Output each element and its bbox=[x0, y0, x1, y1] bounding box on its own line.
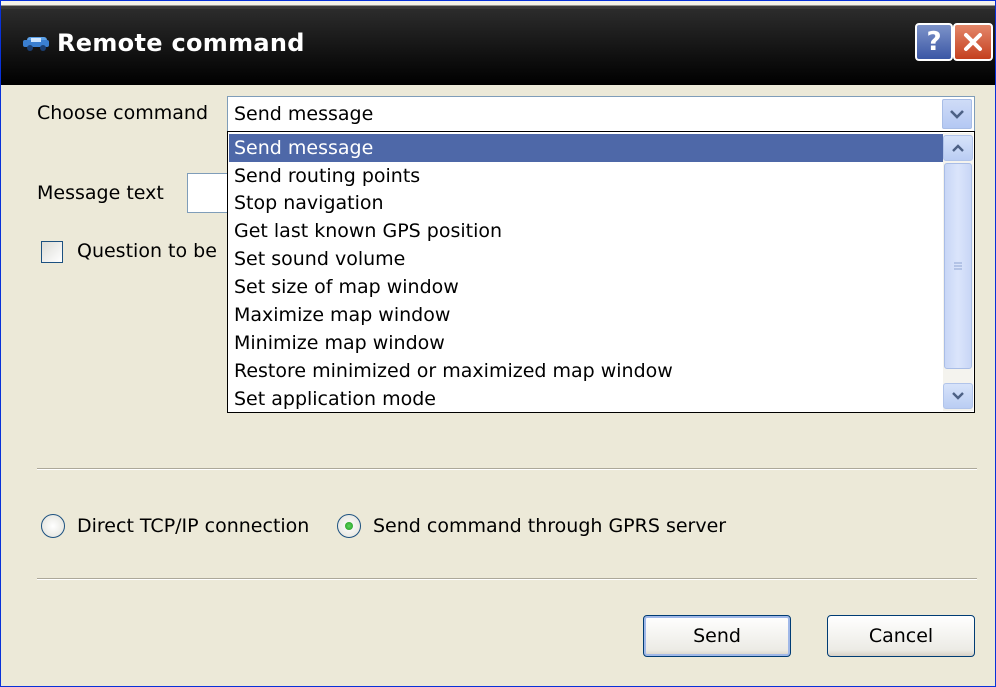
chevron-up-icon bbox=[952, 144, 964, 152]
dropdown-option[interactable]: Maximize map window bbox=[229, 301, 943, 329]
grip-icon bbox=[954, 262, 962, 270]
dropdown-option[interactable]: Set sound volume bbox=[229, 245, 943, 273]
scroll-up-button[interactable] bbox=[943, 135, 973, 161]
remote-car-icon bbox=[23, 37, 49, 51]
separator-bottom bbox=[37, 578, 977, 580]
gprs-server-radio[interactable] bbox=[337, 514, 361, 538]
dropdown-option[interactable]: Get last known GPS position bbox=[229, 217, 943, 245]
message-text-label: Message text bbox=[37, 182, 164, 204]
remote-command-dialog: Remote command ? Choose command Send mes… bbox=[0, 0, 996, 687]
dropdown-option[interactable]: Send routing points bbox=[229, 162, 943, 190]
dropdown-option[interactable]: Minimize map window bbox=[229, 329, 943, 357]
scroll-down-button[interactable] bbox=[943, 383, 973, 409]
dropdown-option[interactable]: Send message bbox=[229, 134, 943, 162]
send-button[interactable]: Send bbox=[643, 615, 791, 657]
choose-command-label: Choose command bbox=[37, 102, 209, 124]
close-button[interactable] bbox=[953, 23, 993, 61]
dropdown-option[interactable]: Set size of map window bbox=[229, 273, 943, 301]
dropdown-option[interactable]: Restore minimized or maximized map windo… bbox=[229, 357, 943, 385]
window-title: Remote command bbox=[57, 29, 305, 57]
question-label: Question to be bbox=[77, 240, 217, 262]
question-checkbox[interactable] bbox=[41, 241, 63, 263]
chevron-down-icon bbox=[950, 110, 964, 119]
dropdown-scrollbar[interactable] bbox=[943, 133, 973, 411]
cancel-button[interactable]: Cancel bbox=[827, 615, 975, 657]
combobox-dropdown-button[interactable] bbox=[942, 99, 972, 129]
radio-selected-dot bbox=[345, 522, 353, 530]
dropdown-option[interactable]: Stop navigation bbox=[229, 189, 943, 217]
dropdown-option[interactable]: Set application mode bbox=[229, 385, 943, 413]
direct-tcpip-label: Direct TCP/IP connection bbox=[77, 515, 310, 537]
combobox-value: Send message bbox=[234, 103, 374, 125]
close-icon bbox=[964, 33, 982, 51]
title-bar[interactable]: Remote command ? bbox=[1, 1, 995, 85]
command-combobox[interactable]: Send message bbox=[227, 96, 975, 132]
chevron-down-icon bbox=[952, 392, 964, 400]
direct-tcpip-radio[interactable] bbox=[41, 514, 65, 538]
help-button[interactable]: ? bbox=[915, 23, 953, 61]
command-dropdown-list: Send message Send routing points Stop na… bbox=[227, 131, 975, 413]
gprs-server-label: Send command through GPRS server bbox=[373, 515, 727, 537]
help-icon: ? bbox=[926, 27, 942, 57]
separator-top bbox=[37, 468, 977, 470]
scroll-thumb[interactable] bbox=[944, 163, 972, 369]
